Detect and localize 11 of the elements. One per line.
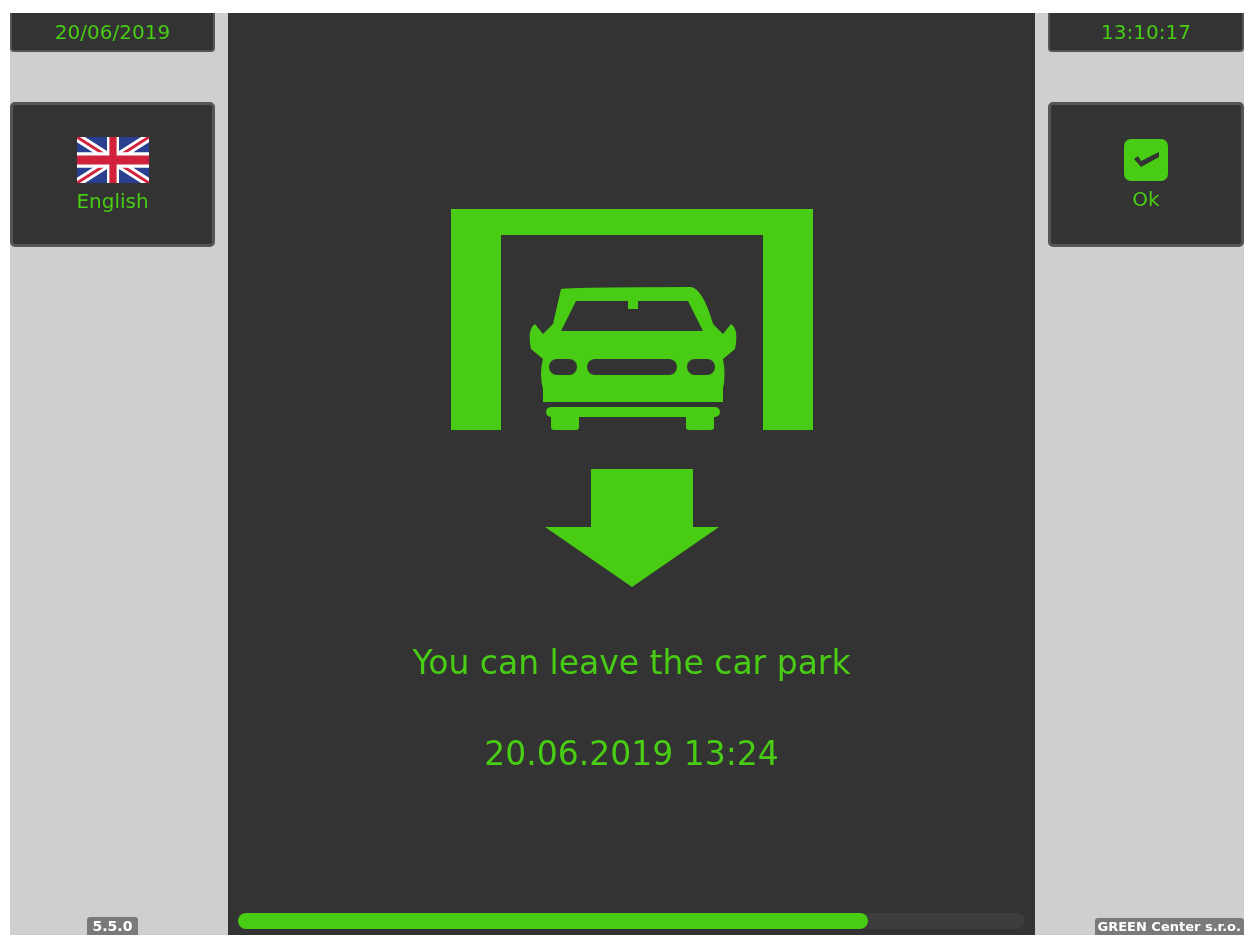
- company-label: GREEN Center s.r.o.: [1094, 918, 1244, 935]
- version-label: 5.5.0: [86, 917, 139, 935]
- language-button[interactable]: English: [10, 102, 215, 247]
- ok-button[interactable]: Ok: [1048, 102, 1244, 247]
- checkmark-icon: [1124, 138, 1168, 181]
- car-exiting-garage-icon: [450, 209, 813, 587]
- time-display: 13:10:17: [1048, 13, 1244, 52]
- date-display: 20/06/2019: [10, 13, 215, 52]
- union-jack-flag-icon: [76, 136, 149, 183]
- exit-message: You can leave the car park: [412, 643, 851, 682]
- exit-deadline: 20.06.2019 13:24: [484, 734, 779, 773]
